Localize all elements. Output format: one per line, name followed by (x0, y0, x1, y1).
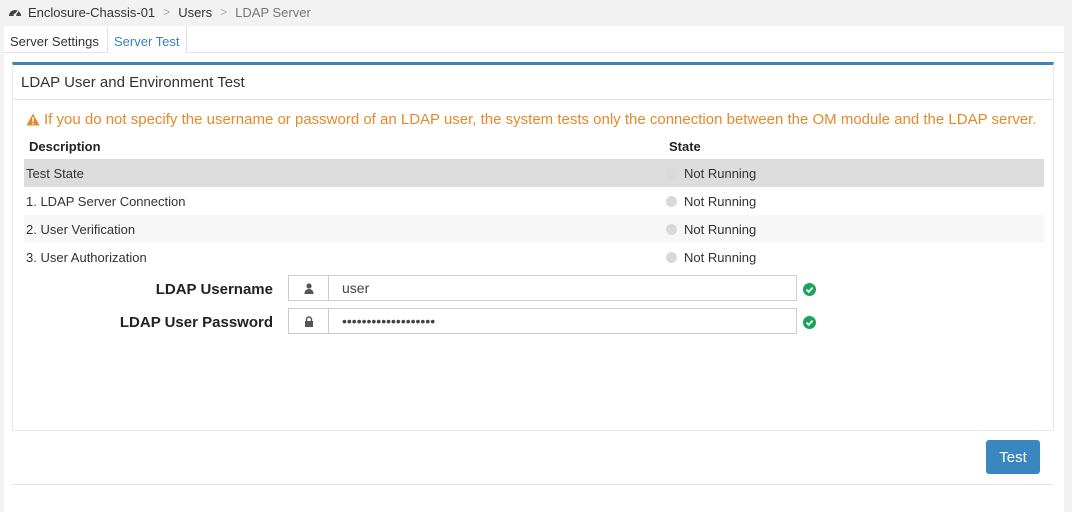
breadcrumb-separator: > (220, 5, 228, 19)
row-state: Not Running (684, 165, 757, 181)
row-state: Not Running (684, 193, 757, 209)
divider (12, 430, 1054, 431)
row-description: 3. User Authorization (26, 249, 147, 265)
breadcrumb-users[interactable]: Users (178, 5, 212, 20)
table-row: Test State Not Running (24, 159, 1044, 187)
breadcrumb: Enclosure-Chassis-01 > Users > LDAP Serv… (8, 2, 311, 22)
password-label: LDAP User Password (119, 314, 273, 331)
username-input[interactable] (329, 275, 797, 301)
row-description: 2. User Verification (24, 215, 664, 243)
warning-message: If you do not specify the username or pa… (26, 111, 1037, 128)
column-header-description: Description (29, 138, 101, 154)
table-row: 2. User Verification Not Running (24, 215, 1044, 243)
column-header-state: State (669, 138, 701, 154)
row-description: Test State (24, 159, 664, 187)
row-description: 1. LDAP Server Connection (26, 193, 186, 209)
table-row: 3. User Authorization Not Running (24, 243, 1044, 271)
tab-bar: Server Settings Server Test (4, 26, 1064, 53)
breadcrumb-ldap-server: LDAP Server (235, 4, 311, 20)
test-card: LDAP User and Environment Test If you do… (12, 62, 1054, 430)
username-row: LDAP Username (13, 275, 833, 303)
table-row: 1. LDAP Server Connection Not Running (24, 187, 1044, 215)
password-input[interactable] (329, 308, 797, 334)
tab-server-settings[interactable]: Server Settings (4, 26, 105, 52)
row-state: Not Running (684, 249, 757, 265)
valid-check-icon (803, 316, 816, 329)
status-dot-icon (666, 167, 677, 179)
dashboard-icon (8, 6, 22, 18)
content-panel: Server Settings Server Test LDAP User an… (4, 26, 1064, 512)
status-dot-icon (666, 223, 677, 235)
lock-icon (288, 308, 329, 334)
divider (12, 484, 1054, 485)
test-button[interactable]: Test (986, 440, 1040, 474)
warning-icon (26, 113, 40, 126)
divider (13, 99, 1053, 100)
username-label: LDAP Username (155, 281, 273, 298)
status-dot-icon (666, 195, 677, 207)
warning-text: If you do not specify the username or pa… (44, 111, 1037, 128)
user-icon (288, 275, 329, 301)
card-title: LDAP User and Environment Test (21, 74, 245, 91)
breadcrumb-separator: > (163, 5, 171, 19)
status-dot-icon (666, 251, 677, 263)
breadcrumb-chassis[interactable]: Enclosure-Chassis-01 (28, 5, 155, 20)
tab-server-test[interactable]: Server Test (107, 26, 187, 53)
test-status-table: Description State Test State Not Running… (24, 133, 1044, 271)
row-state: Not Running (684, 221, 757, 237)
password-row: LDAP User Password (13, 308, 833, 336)
valid-check-icon (803, 283, 816, 296)
